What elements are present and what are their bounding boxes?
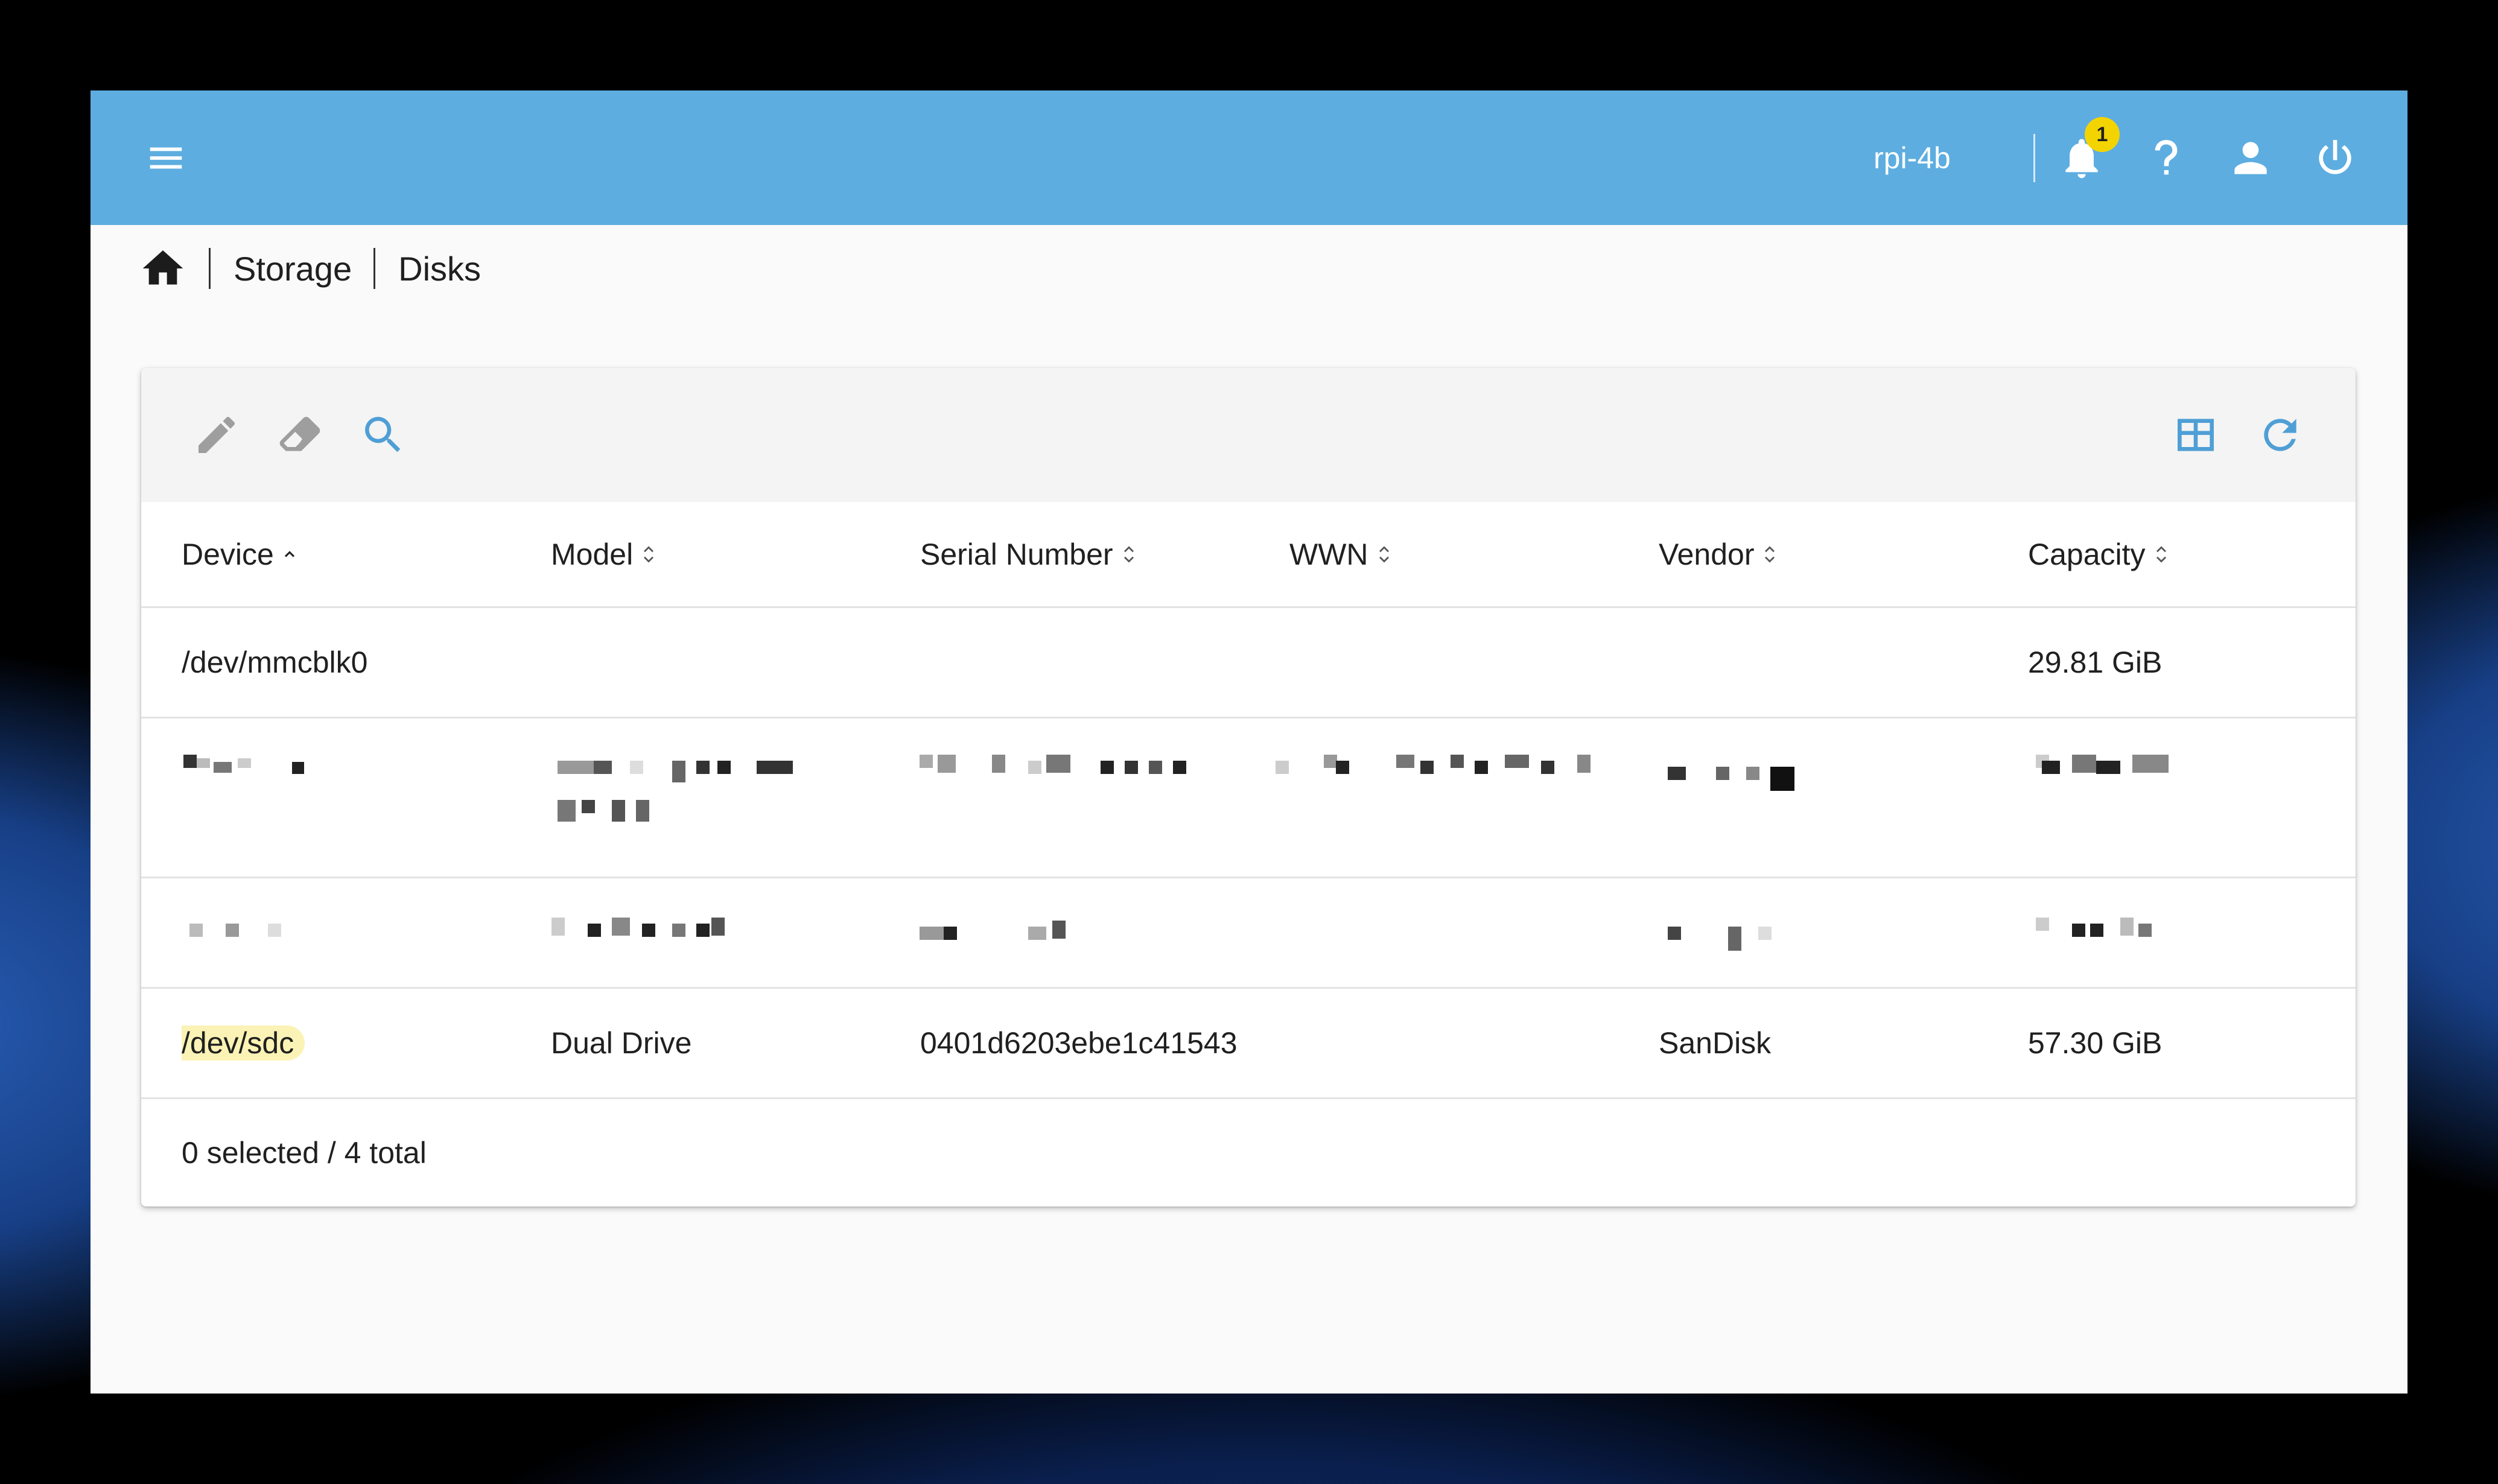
redacted-device	[183, 755, 304, 779]
table-row-redacted[interactable]	[141, 878, 2356, 989]
redacted-model	[551, 918, 733, 942]
help-button[interactable]	[2136, 128, 2196, 188]
table-row-redacted[interactable]	[141, 718, 2356, 878]
capacity-cell: 57.30 GiB	[2028, 1026, 2163, 1060]
redacted-model	[558, 755, 811, 827]
column-header-label: Model	[551, 537, 634, 571]
home-icon	[142, 250, 183, 285]
sort-unsorted-icon	[2153, 542, 2170, 566]
table-footer: 0 selected / 4 total	[141, 1099, 2356, 1207]
sort-unsorted-icon	[1376, 542, 1393, 566]
serial-cell	[920, 608, 1258, 717]
breadcrumb: Storage Disks	[139, 241, 481, 296]
wipe-button[interactable]	[273, 408, 327, 462]
model-cell	[551, 608, 889, 717]
vendor-cell: SanDisk	[1659, 1026, 1772, 1060]
column-header-label: Serial Number	[920, 537, 1113, 571]
refresh-button[interactable]	[2253, 408, 2307, 462]
breadcrumb-home[interactable]	[139, 244, 187, 293]
wwn-cell	[1289, 989, 1627, 1097]
device-cell: /dev/sdc	[182, 989, 520, 1097]
top-bar: rpi-4b 1	[91, 90, 2407, 225]
redacted-serial	[920, 921, 1101, 945]
redacted-capacity	[2036, 755, 2193, 779]
account-icon	[2234, 142, 2267, 174]
help-icon	[2155, 140, 2178, 175]
app-window: rpi-4b 1 Storage Disks Device Model Seri…	[91, 90, 2407, 1394]
notification-badge: 1	[2085, 117, 2120, 152]
refresh-icon	[2264, 419, 2296, 451]
redacted-vendor	[1668, 921, 1813, 957]
table-row[interactable]: /dev/mmcblk0 29.81 GiB	[141, 608, 2356, 718]
hostname-label: rpi-4b	[1874, 141, 1951, 175]
device-cell: /dev/mmcblk0	[182, 645, 368, 679]
account-button[interactable]	[2220, 128, 2281, 188]
column-header-capacity[interactable]: Capacity	[2028, 502, 2330, 606]
model-cell: Dual Drive	[551, 1026, 692, 1060]
selection-summary: 0 selected / 4 total	[182, 1136, 427, 1170]
table-header-row: Device Model Serial Number WWN Vendor Ca…	[141, 502, 2356, 608]
search-button[interactable]	[356, 408, 410, 462]
sort-unsorted-icon	[1120, 542, 1137, 566]
sort-unsorted-icon	[1761, 542, 1778, 566]
table-columns-icon	[2178, 419, 2214, 451]
capacity-cell: 29.81 GiB	[2028, 645, 2163, 679]
vendor-cell	[1659, 608, 1997, 717]
column-header-label: Capacity	[2028, 537, 2146, 571]
redacted-serial	[920, 755, 1209, 779]
breadcrumb-separator	[209, 248, 211, 289]
column-header-label: WWN	[1289, 537, 1368, 571]
redacted-vendor	[1668, 755, 1800, 791]
power-button[interactable]	[2305, 128, 2365, 188]
column-header-vendor[interactable]: Vendor	[1659, 502, 1997, 606]
table-toolbar	[141, 368, 2356, 502]
device-cell-text: /dev/sdc	[182, 1026, 305, 1061]
menu-button[interactable]	[139, 131, 193, 185]
column-header-label: Vendor	[1659, 537, 1755, 571]
redacted-device	[189, 924, 310, 942]
pencil-icon	[199, 416, 235, 453]
breadcrumb-separator	[373, 248, 376, 289]
eraser-icon	[279, 417, 320, 451]
column-settings-button[interactable]	[2169, 408, 2223, 462]
column-header-serial-number[interactable]: Serial Number	[920, 502, 1258, 606]
redacted-capacity	[2036, 918, 2193, 942]
table-row[interactable]: /dev/sdc Dual Drive 0401d6203ebe1c41543 …	[141, 989, 2356, 1099]
power-icon	[2319, 140, 2351, 174]
column-header-model[interactable]: Model	[551, 502, 889, 606]
breadcrumb-item-disks: Disks	[398, 249, 481, 288]
search-icon	[365, 417, 401, 452]
wwn-cell	[1289, 608, 1627, 717]
breadcrumb-item-storage[interactable]: Storage	[234, 249, 352, 288]
column-header-wwn[interactable]: WWN	[1289, 502, 1627, 606]
sort-ascending-icon	[281, 546, 298, 563]
serial-cell: 0401d6203ebe1c41543	[920, 1026, 1238, 1060]
sort-unsorted-icon	[640, 542, 657, 566]
redacted-wwn	[1276, 755, 1613, 779]
column-header-device[interactable]: Device	[182, 502, 520, 606]
topbar-divider	[2033, 134, 2035, 182]
menu-icon	[150, 147, 182, 169]
column-header-label: Device	[182, 537, 274, 571]
disks-table-card: Device Model Serial Number WWN Vendor Ca…	[141, 368, 2356, 1207]
edit-button[interactable]	[189, 408, 244, 462]
